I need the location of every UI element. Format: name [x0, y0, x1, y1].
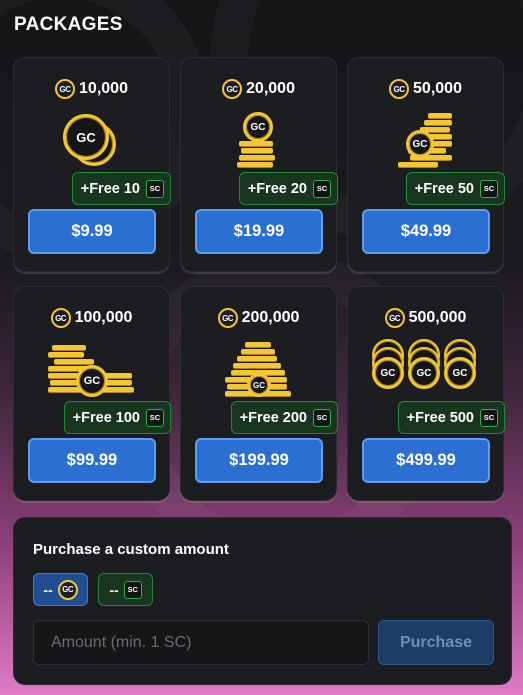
- custom-amount-panel: Purchase a custom amount -- GC -- SC Pur…: [13, 517, 512, 685]
- package-amount: GC 50,000: [348, 79, 503, 99]
- package-amount: GC 20,000: [181, 79, 336, 99]
- buy-package-button[interactable]: $499.99: [362, 438, 490, 483]
- bonus-label: +Free 50: [414, 180, 474, 197]
- bonus-badge: +Free 20 SC: [238, 172, 338, 205]
- package-card: GC 10,000 GC +Free 10 SC $9.99: [13, 57, 171, 272]
- sc-coin-icon: SC: [146, 408, 164, 427]
- gc-coin-icon: GC: [406, 130, 434, 158]
- package-amount: GC 500,000: [348, 308, 503, 328]
- bonus-badge: +Free 200 SC: [230, 401, 338, 434]
- amount-label: 10,000: [79, 80, 128, 97]
- bonus-label: +Free 10: [80, 180, 140, 197]
- sc-coin-icon: SC: [313, 179, 331, 198]
- amount-label: 50,000: [413, 80, 462, 97]
- gc-coin-icon: GC: [222, 79, 243, 99]
- bonus-badge: +Free 500 SC: [397, 401, 505, 434]
- gc-coin-icon: GC: [217, 308, 238, 328]
- buy-package-button[interactable]: $99.99: [28, 438, 156, 483]
- amount-label: 500,000: [408, 309, 467, 326]
- bonus-label: +Free 20: [247, 180, 307, 197]
- coin-stack-medium-icon: GC: [348, 110, 503, 172]
- package-card: GC 200,000 GC +Free 200 SC $199.99: [180, 286, 338, 501]
- bonus-badge: +Free 10 SC: [71, 172, 171, 205]
- buy-package-button[interactable]: $19.99: [195, 209, 323, 254]
- bonus-badge: +Free 50 SC: [405, 172, 505, 205]
- coin-pyramid-icon: GC: [181, 339, 336, 401]
- sc-coin-icon: SC: [480, 408, 498, 427]
- gc-coin-icon: GC: [372, 357, 404, 389]
- gc-coin-icon: GC: [247, 373, 271, 397]
- gc-coin-icon: GC: [384, 308, 405, 328]
- amount-label: 20,000: [246, 80, 295, 97]
- package-card: GC 100,000 GC +Free 100 SC $99.99: [13, 286, 171, 501]
- buy-package-button[interactable]: $9.99: [28, 209, 156, 254]
- package-card: GC 50,000 GC +Free 50 SC $49.99: [347, 57, 505, 272]
- package-amount: GC 200,000: [181, 308, 336, 328]
- sc-currency-toggle[interactable]: -- SC: [98, 573, 153, 606]
- buy-package-button[interactable]: $199.99: [195, 438, 323, 483]
- coin-rolls-icon: GC GC GC: [348, 339, 503, 401]
- purchase-button[interactable]: Purchase: [378, 620, 494, 665]
- gc-coin-icon: GC: [389, 79, 410, 99]
- sc-coin-icon: SC: [480, 179, 498, 198]
- package-card: GC 500,000 GC GC GC +Free 500 SC $499.99: [347, 286, 505, 501]
- gc-coin-icon: GC: [50, 308, 71, 328]
- sc-coin-icon: SC: [146, 179, 164, 198]
- amount-label: 200,000: [241, 309, 300, 326]
- amount-input[interactable]: [33, 620, 369, 665]
- package-amount: GC 10,000: [14, 79, 169, 99]
- sc-coin-icon: SC: [123, 580, 142, 599]
- coin-bars-icon: GC: [14, 339, 169, 401]
- package-amount: GC 100,000: [14, 308, 169, 328]
- sc-coin-icon: SC: [313, 408, 331, 427]
- gc-coin-icon: GC: [55, 79, 76, 99]
- gc-coin-icon: GC: [57, 579, 78, 600]
- package-card: GC 20,000 GC +Free 20 SC $19.99: [180, 57, 338, 272]
- custom-amount-title: Purchase a custom amount: [33, 541, 229, 558]
- gc-toggle-value: --: [43, 581, 53, 598]
- gc-coin-icon: GC: [243, 112, 273, 142]
- bonus-label: +Free 100: [72, 409, 140, 426]
- page-title: PACKAGES: [14, 14, 123, 35]
- coin-pair-icon: GC: [14, 110, 169, 172]
- gc-coin-icon: GC: [408, 357, 440, 389]
- amount-label: 100,000: [74, 309, 133, 326]
- bonus-label: +Free 500: [406, 409, 474, 426]
- gc-currency-toggle[interactable]: -- GC: [33, 573, 88, 606]
- gc-coin-icon: GC: [76, 365, 108, 397]
- bonus-label: +Free 200: [239, 409, 307, 426]
- sc-toggle-value: --: [109, 581, 119, 598]
- coin-stack-small-icon: GC: [181, 110, 336, 172]
- buy-package-button[interactable]: $49.99: [362, 209, 490, 254]
- gc-coin-icon: GC: [63, 114, 109, 160]
- packages-grid: GC 10,000 GC +Free 10 SC $9.99 GC 20,000…: [13, 57, 505, 501]
- bonus-badge: +Free 100 SC: [63, 401, 171, 434]
- gc-coin-icon: GC: [444, 357, 476, 389]
